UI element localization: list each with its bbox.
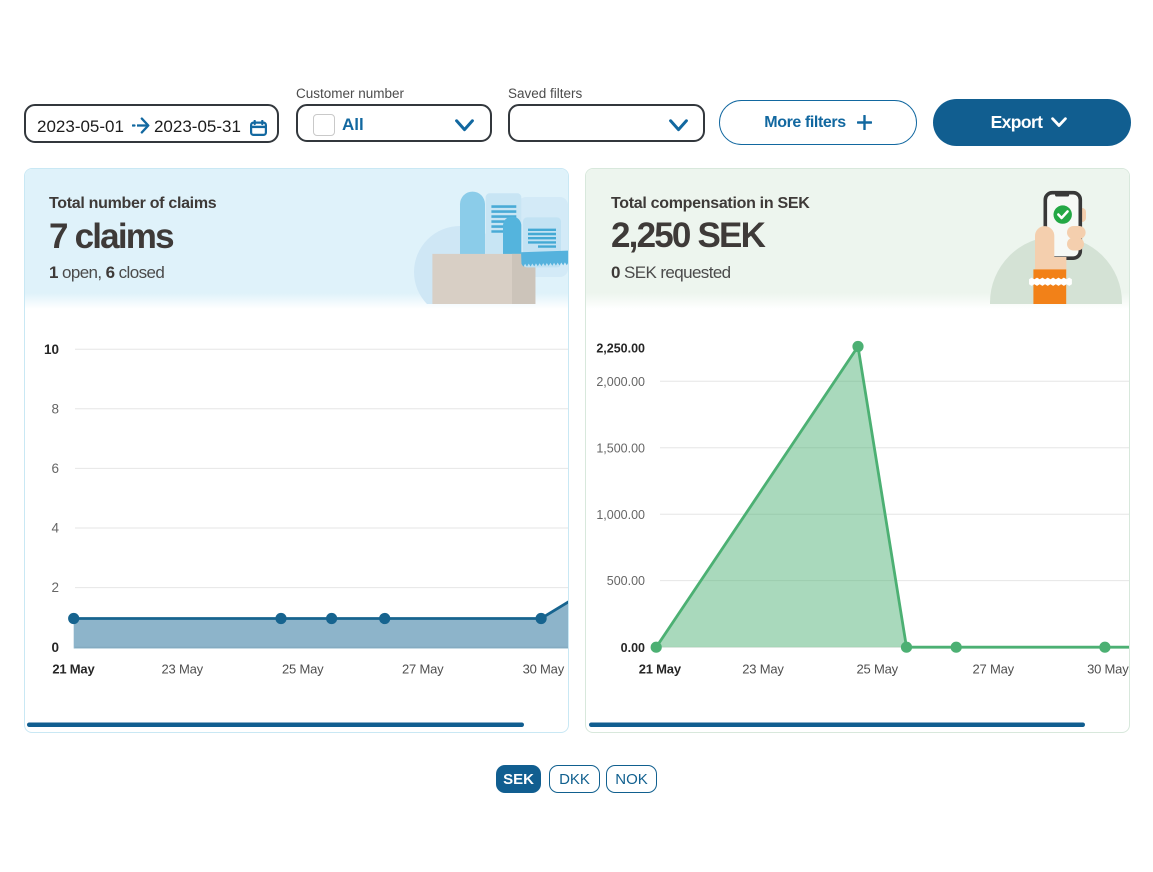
svg-text:500.00: 500.00: [607, 574, 645, 588]
svg-text:21 May: 21 May: [52, 662, 95, 677]
svg-text:25 May: 25 May: [856, 662, 898, 677]
svg-text:27 May: 27 May: [402, 662, 444, 677]
svg-text:2,000.00: 2,000.00: [596, 375, 645, 389]
svg-text:1,500.00: 1,500.00: [596, 441, 645, 455]
svg-text:0.00: 0.00: [621, 641, 645, 655]
svg-text:8: 8: [51, 401, 59, 416]
svg-text:10: 10: [44, 342, 59, 357]
svg-text:30 May: 30 May: [523, 662, 565, 677]
svg-text:2,250.00: 2,250.00: [596, 342, 645, 356]
svg-text:21 May: 21 May: [639, 662, 682, 677]
svg-text:27 May: 27 May: [972, 662, 1014, 677]
svg-text:25 May: 25 May: [282, 662, 324, 677]
svg-text:1,000.00: 1,000.00: [596, 508, 645, 522]
svg-text:0: 0: [51, 640, 59, 655]
svg-text:23 May: 23 May: [742, 662, 784, 677]
svg-text:2: 2: [51, 580, 59, 595]
svg-text:6: 6: [51, 461, 59, 476]
svg-text:23 May: 23 May: [161, 662, 203, 677]
svg-text:30 May: 30 May: [1087, 662, 1129, 677]
svg-text:4: 4: [51, 521, 59, 536]
